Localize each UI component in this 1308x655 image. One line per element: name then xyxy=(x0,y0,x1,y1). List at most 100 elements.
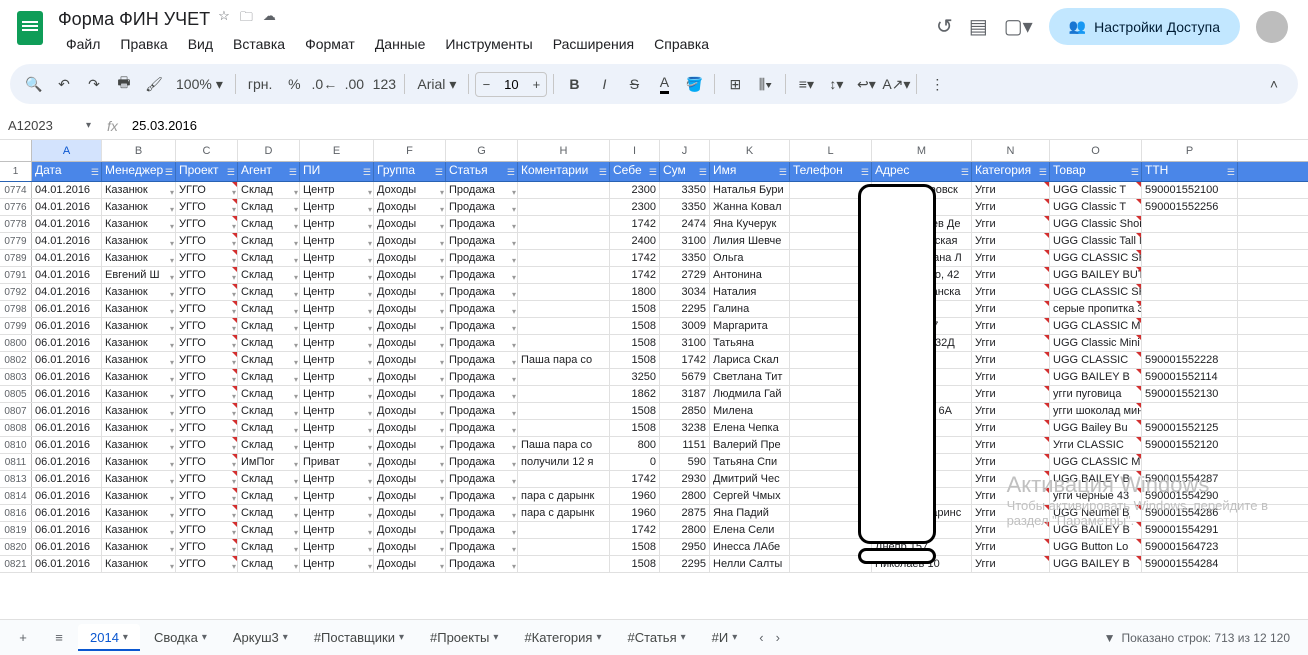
vertical-align-icon[interactable]: ↕▾ xyxy=(822,70,850,98)
header-cell[interactable]: Проект☰ xyxy=(176,162,238,181)
cell[interactable]: Центр▾ xyxy=(300,216,374,232)
cell[interactable] xyxy=(518,216,610,232)
cell[interactable]: Продажа▾ xyxy=(446,335,518,351)
cell[interactable]: Склад▾ xyxy=(238,369,300,385)
cell[interactable]: Продажа▾ xyxy=(446,471,518,487)
cell[interactable]: 2875 xyxy=(660,505,710,521)
zoom-dropdown[interactable]: 100% ▾ xyxy=(170,76,229,93)
cell[interactable]: 06.01.2016 xyxy=(32,386,102,402)
paint-format-icon[interactable]: 🖌 xyxy=(140,70,168,98)
cell[interactable]: Продажа▾ xyxy=(446,386,518,402)
cell[interactable]: Центр▾ xyxy=(300,267,374,283)
cell[interactable]: 2474 xyxy=(660,216,710,232)
cell[interactable]: Казанюк▾ xyxy=(102,403,176,419)
cell[interactable]: Угги xyxy=(972,318,1050,334)
cell[interactable] xyxy=(518,369,610,385)
cell[interactable]: Продажа▾ xyxy=(446,284,518,300)
cell[interactable]: Угги xyxy=(972,199,1050,215)
cell[interactable]: Казанюк▾ xyxy=(102,488,176,504)
cell[interactable]: Милена xyxy=(710,403,790,419)
column-header-I[interactable]: I xyxy=(610,140,660,161)
cell[interactable]: Склад▾ xyxy=(238,386,300,402)
cell[interactable]: УГГО▾ xyxy=(176,318,238,334)
row-number[interactable]: 0778 xyxy=(0,216,32,232)
cell[interactable]: Доходы▾ xyxy=(374,369,446,385)
cell[interactable]: Центр▾ xyxy=(300,386,374,402)
cell[interactable] xyxy=(1142,454,1238,470)
cell[interactable]: Угги xyxy=(972,403,1050,419)
cell[interactable]: 3100 xyxy=(660,335,710,351)
cell[interactable]: Склад▾ xyxy=(238,471,300,487)
cell[interactable] xyxy=(518,301,610,317)
cell[interactable]: Казанюк▾ xyxy=(102,301,176,317)
expand-toolbar-icon[interactable]: ˄ xyxy=(1260,70,1288,98)
cell[interactable]: Склад▾ xyxy=(238,522,300,538)
cell[interactable]: пара с дарынк xyxy=(518,488,610,504)
cell[interactable]: Доходы▾ xyxy=(374,250,446,266)
header-cell[interactable]: Группа☰ xyxy=(374,162,446,181)
cell[interactable]: Центр▾ xyxy=(300,488,374,504)
cell[interactable]: УГГО▾ xyxy=(176,488,238,504)
cell[interactable]: Угги xyxy=(972,267,1050,283)
cell[interactable]: Светлана Тит xyxy=(710,369,790,385)
cell[interactable]: Продажа▾ xyxy=(446,318,518,334)
cell[interactable]: 2800 xyxy=(660,522,710,538)
menu-Справка[interactable]: Справка xyxy=(646,32,717,56)
cell[interactable]: Склад▾ xyxy=(238,301,300,317)
cell[interactable]: УГГО▾ xyxy=(176,352,238,368)
cell[interactable]: Угги xyxy=(972,182,1050,198)
cell[interactable] xyxy=(518,539,610,555)
cell[interactable]: Доходы▾ xyxy=(374,318,446,334)
cell[interactable]: 06.01.2016 xyxy=(32,420,102,436)
cell[interactable]: 590001552228 xyxy=(1142,352,1238,368)
header-cell[interactable]: Статья☰ xyxy=(446,162,518,181)
cell[interactable]: 06.01.2016 xyxy=(32,301,102,317)
cell[interactable]: Склад▾ xyxy=(238,556,300,572)
row-number[interactable]: 0805 xyxy=(0,386,32,402)
cell[interactable]: 2295 xyxy=(660,301,710,317)
cell[interactable]: 06.01.2016 xyxy=(32,369,102,385)
cell[interactable]: 04.01.2016 xyxy=(32,250,102,266)
header-cell[interactable]: Себе☰ xyxy=(610,162,660,181)
cell[interactable]: Склад▾ xyxy=(238,182,300,198)
italic-icon[interactable]: I xyxy=(590,70,618,98)
cell[interactable]: Угги xyxy=(972,250,1050,266)
cell[interactable]: 04.01.2016 xyxy=(32,284,102,300)
cell[interactable]: Наталия xyxy=(710,284,790,300)
cell[interactable]: 1800 xyxy=(610,284,660,300)
cell[interactable] xyxy=(518,284,610,300)
cell[interactable]: Центр▾ xyxy=(300,318,374,334)
cell[interactable]: Казанюк▾ xyxy=(102,471,176,487)
cell[interactable]: 800 xyxy=(610,437,660,453)
cell[interactable]: УГГО▾ xyxy=(176,369,238,385)
cell[interactable]: Продажа▾ xyxy=(446,301,518,317)
column-header-A[interactable]: A xyxy=(32,140,102,161)
cell[interactable]: Склад▾ xyxy=(238,437,300,453)
cell[interactable]: Доходы▾ xyxy=(374,267,446,283)
cell[interactable]: Продажа▾ xyxy=(446,369,518,385)
cell[interactable]: Центр▾ xyxy=(300,335,374,351)
cell[interactable]: Дмитрий Чес xyxy=(710,471,790,487)
row-number[interactable]: 0816 xyxy=(0,505,32,521)
cell[interactable]: UGG Button Lo xyxy=(1050,539,1142,555)
row-number[interactable]: 0799 xyxy=(0,318,32,334)
cell[interactable]: 5679 xyxy=(660,369,710,385)
cell[interactable]: Казанюк▾ xyxy=(102,539,176,555)
cell[interactable]: 1508 xyxy=(610,539,660,555)
cell[interactable]: 590001552256 xyxy=(1142,199,1238,215)
header-cell[interactable]: Дата☰ xyxy=(32,162,102,181)
column-header-J[interactable]: J xyxy=(660,140,710,161)
select-all-cell[interactable] xyxy=(0,140,32,161)
cell[interactable]: УГГО▾ xyxy=(176,539,238,555)
cell[interactable]: UGG CLASSIC SHORT REPTI xyxy=(1050,250,1142,266)
cell[interactable]: Угги xyxy=(972,233,1050,249)
cell[interactable]: 1960 xyxy=(610,488,660,504)
menu-Вид[interactable]: Вид xyxy=(180,32,221,56)
cell[interactable]: получили 12 я xyxy=(518,454,610,470)
cell[interactable]: Склад▾ xyxy=(238,488,300,504)
cell[interactable] xyxy=(1142,301,1238,317)
cell[interactable]: Угги xyxy=(972,556,1050,572)
cell[interactable]: 590001552100 xyxy=(1142,182,1238,198)
cell[interactable]: 1508 xyxy=(610,301,660,317)
column-header-L[interactable]: L xyxy=(790,140,872,161)
